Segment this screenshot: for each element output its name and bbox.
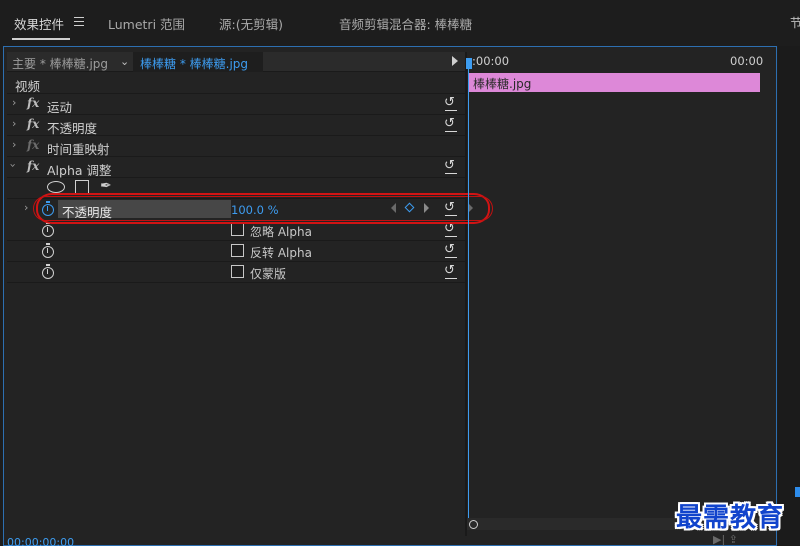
effect-label: Alpha 调整: [47, 163, 112, 178]
stopwatch-icon[interactable]: [42, 243, 54, 258]
fx-icon[interactable]: fx: [27, 96, 39, 110]
tab-source[interactable]: 源:(无剪辑): [219, 14, 283, 33]
checkbox-label: 忽略 Alpha: [250, 225, 312, 239]
chevron-right-icon[interactable]: ›: [12, 138, 16, 151]
tab-effect-controls[interactable]: 效果控件: [14, 14, 64, 33]
tab-audio-clip-mixer[interactable]: 音频剪辑混合器: 棒棒糖: [339, 14, 472, 33]
section-label: 视频: [15, 79, 41, 94]
param-row-invert-alpha: 反转 Alpha ↺: [7, 241, 465, 262]
active-tab-underline: [12, 38, 70, 40]
reset-icon[interactable]: ↺: [444, 242, 457, 258]
red-annotation-outline-inner: [33, 196, 493, 221]
effect-row-motion[interactable]: › fx 运动 ↺: [7, 94, 465, 115]
ignore-alpha-checkbox[interactable]: [231, 223, 244, 236]
adjacent-panel-strip: [778, 46, 800, 546]
ruler-start-time: :00:00: [472, 54, 510, 68]
effect-row-opacity[interactable]: › fx 不透明度 ↺: [7, 115, 465, 136]
effect-row-alpha-adjust[interactable]: › fx Alpha 调整 ↺: [7, 157, 465, 178]
sequence-clip-selector[interactable]: 棒棒糖 * 棒棒糖.jpg: [133, 52, 263, 72]
stopwatch-icon[interactable]: [42, 222, 54, 237]
tab-program-partial[interactable]: 节: [790, 14, 800, 31]
play-icon[interactable]: [452, 56, 458, 66]
chevron-right-icon[interactable]: ›: [24, 201, 28, 214]
effect-row-time-remap[interactable]: › fx 时间重映射: [7, 136, 465, 157]
zoom-handle[interactable]: [469, 520, 478, 529]
timeline-clip-label: 棒棒糖.jpg: [473, 77, 532, 91]
playhead-handle[interactable]: [466, 58, 472, 69]
ruler-end-time: 00:00: [730, 54, 764, 68]
reset-icon[interactable]: ↺: [444, 158, 457, 174]
pen-mask-icon[interactable]: ✒: [100, 178, 112, 194]
rectangle-mask-icon[interactable]: [75, 180, 89, 194]
chevron-down-icon[interactable]: ›: [7, 163, 20, 167]
effect-label: 不透明度: [47, 121, 98, 136]
source-clip-bar: 主要 * 棒棒糖.jpg ⌄ 棒棒糖 * 棒棒糖.jpg: [7, 52, 465, 72]
master-clip-label[interactable]: 主要 * 棒棒糖.jpg: [12, 55, 108, 72]
tab-lumetri-scopes[interactable]: Lumetri 范围: [108, 14, 185, 33]
param-row-mask-only: 仅蒙版 ↺: [7, 262, 465, 283]
checkbox-label: 反转 Alpha: [250, 246, 312, 260]
ellipse-mask-icon[interactable]: [47, 181, 65, 193]
reset-icon[interactable]: ↺: [444, 116, 457, 132]
timeline-pane: [467, 52, 775, 536]
mask-only-checkbox[interactable]: [231, 265, 244, 278]
effect-label: 时间重映射: [47, 142, 110, 157]
fx-icon[interactable]: fx: [27, 159, 39, 173]
fx-icon[interactable]: fx: [27, 117, 39, 131]
timeline-ruler[interactable]: :00:00 00:00: [467, 52, 775, 72]
invert-alpha-checkbox[interactable]: [231, 244, 244, 257]
reset-icon[interactable]: ↺: [444, 95, 457, 111]
adjacent-panel-indicator: [795, 487, 800, 497]
current-timecode[interactable]: 00:00:00:00: [7, 536, 74, 546]
panel-menu-icon[interactable]: [74, 17, 84, 26]
fx-icon: fx: [27, 138, 40, 152]
stopwatch-icon[interactable]: [42, 264, 54, 279]
playback-icons[interactable]: ▶| ⇪: [713, 533, 738, 546]
watermark-logo: 最需教育: [676, 503, 785, 533]
checkbox-label: 仅蒙版: [250, 267, 287, 281]
effect-label: 运动: [47, 100, 73, 115]
panel-tab-bar: 效果控件 Lumetri 范围 源:(无剪辑) 音频剪辑混合器: 棒棒糖 节: [0, 0, 800, 46]
chevron-down-icon[interactable]: ⌄: [120, 55, 129, 68]
chevron-right-icon[interactable]: ›: [12, 117, 16, 130]
playhead-line: [468, 68, 469, 520]
chevron-right-icon[interactable]: ›: [12, 96, 16, 109]
reset-icon[interactable]: ↺: [444, 263, 457, 279]
section-header-video: 视频: [7, 73, 465, 94]
